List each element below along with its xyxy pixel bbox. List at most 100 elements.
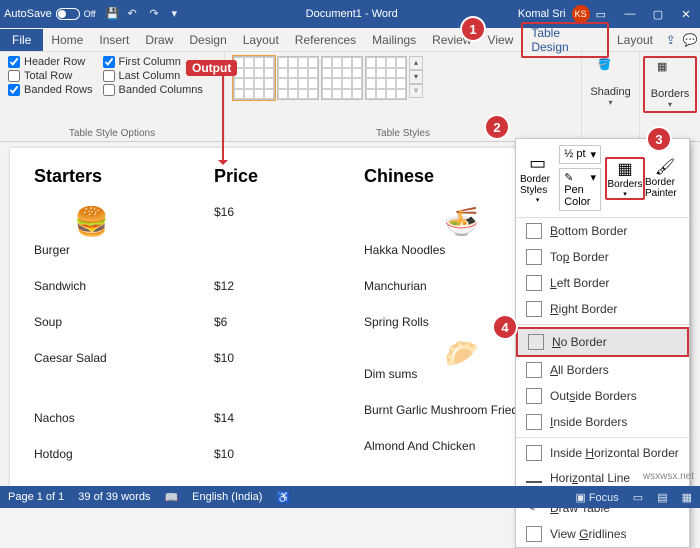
cell[interactable]: Hotdog xyxy=(34,425,154,461)
dd-no-border[interactable]: No Border xyxy=(516,327,689,357)
autosave-toggle[interactable]: AutoSave Off xyxy=(4,8,96,20)
cell[interactable]: Caesar Salad xyxy=(34,329,154,365)
undo-icon[interactable]: ↶ xyxy=(128,7,142,21)
burger-icon: 🍔 xyxy=(74,205,109,238)
chk-header-row[interactable]: Header Row xyxy=(8,56,93,68)
quick-access-toolbar: 💾 ↶ ↷ ▾ xyxy=(106,7,186,21)
borders-dropdown-button[interactable]: ▦Borders▾ xyxy=(605,157,645,200)
autosave-state: Off xyxy=(84,9,96,19)
style-thumb[interactable] xyxy=(321,56,363,100)
tab-table-layout[interactable]: Layout xyxy=(609,29,661,51)
tab-mailings[interactable]: Mailings xyxy=(364,29,424,51)
tab-file[interactable]: File xyxy=(0,29,43,51)
style-thumb[interactable] xyxy=(277,56,319,100)
cell[interactable]: Soup xyxy=(34,293,154,329)
spell-check-icon[interactable]: 📖 xyxy=(164,491,178,504)
accessibility-icon[interactable]: ♿ xyxy=(276,491,290,504)
cell[interactable]: $10 xyxy=(214,425,304,461)
minimize-button[interactable]: — xyxy=(620,8,640,21)
web-layout-icon[interactable]: ▦ xyxy=(682,491,692,504)
inside-borders-icon xyxy=(526,414,542,430)
chk-total-row[interactable]: Total Row xyxy=(8,70,93,82)
cell[interactable]: $12 xyxy=(214,257,304,293)
output-label: Output xyxy=(186,60,237,76)
callout-3: 3 xyxy=(648,128,670,150)
tab-view[interactable]: View xyxy=(480,29,522,51)
share-button[interactable]: ⇪ xyxy=(661,33,681,47)
dd-left-border[interactable]: Left Border xyxy=(516,270,689,296)
status-words[interactable]: 39 of 39 words xyxy=(78,491,150,503)
cell[interactable]: $16 xyxy=(214,205,304,257)
comments-button[interactable]: 💬 xyxy=(681,33,700,47)
dd-outside-borders[interactable]: Outside Borders xyxy=(516,383,689,409)
cell[interactable]: 🍔Burger xyxy=(34,205,154,257)
outside-borders-icon xyxy=(526,388,542,404)
ribbon-options-icon[interactable]: ▭ xyxy=(596,8,606,21)
watermark: wsxwsx.net xyxy=(643,471,694,482)
dd-right-border[interactable]: Right Border xyxy=(516,296,689,322)
tab-design[interactable]: Design xyxy=(181,29,234,51)
gallery-more[interactable]: ▴▾▿ xyxy=(409,56,423,98)
tab-table-design[interactable]: Table Design xyxy=(521,22,609,58)
dd-bottom-border[interactable]: Bottom Border xyxy=(516,218,689,244)
all-borders-icon xyxy=(526,362,542,378)
redo-icon[interactable]: ↷ xyxy=(150,7,164,21)
dd-view-gridlines[interactable]: View Gridlines xyxy=(516,521,689,547)
top-border-icon xyxy=(526,249,542,265)
cell[interactable]: $14 xyxy=(214,389,304,425)
shading-button[interactable]: 🪣 Shading▾ xyxy=(584,56,636,109)
pen-color-select[interactable]: ✎ Pen Color▾ xyxy=(559,168,601,211)
borders-button[interactable]: ▦ Borders▾ xyxy=(643,56,698,113)
dd-inside-borders[interactable]: Inside Borders xyxy=(516,409,689,435)
qat-dropdown-icon[interactable]: ▾ xyxy=(172,7,186,21)
group-table-styles: ▴▾▿ Table Styles xyxy=(225,52,582,141)
noodles-icon: 🍜 xyxy=(444,205,479,238)
cell[interactable]: Nachos xyxy=(34,389,154,425)
dd-all-borders[interactable]: All Borders xyxy=(516,357,689,383)
border-styles-button[interactable]: ▭Border Styles▾ xyxy=(520,153,555,204)
status-page[interactable]: Page 1 of 1 xyxy=(8,491,64,503)
right-border-icon xyxy=(526,301,542,317)
bottom-border-icon xyxy=(526,223,542,239)
maximize-button[interactable]: ▢ xyxy=(648,8,668,21)
tab-home[interactable]: Home xyxy=(43,29,91,51)
border-painter-button[interactable]: 🖌Border Painter xyxy=(645,157,685,200)
cell[interactable]: $6 xyxy=(214,293,304,329)
group-label-tso: Table Style Options xyxy=(8,128,216,139)
style-thumb[interactable] xyxy=(365,56,407,100)
tab-insert[interactable]: Insert xyxy=(91,29,137,51)
callout-4: 4 xyxy=(494,316,516,338)
close-button[interactable]: ✕ xyxy=(676,8,696,21)
pen-weight-select[interactable]: ½ pt▾ xyxy=(559,145,601,164)
cell[interactable]: Sandwich xyxy=(34,257,154,293)
user-account[interactable]: Komal Sri KS xyxy=(518,5,590,23)
no-border-icon xyxy=(528,334,544,350)
heading-starters: Starters xyxy=(34,166,154,187)
status-lang[interactable]: English (India) xyxy=(192,491,262,503)
borders-icon: ▦ xyxy=(657,60,683,86)
dd-inside-h-border[interactable]: Inside Horizontal Border xyxy=(516,440,689,466)
chk-banded-columns[interactable]: Banded Columns xyxy=(103,84,203,96)
read-mode-icon[interactable]: ▭ xyxy=(633,491,643,504)
chk-banded-rows[interactable]: Banded Rows xyxy=(8,84,93,96)
dimsum-icon: 🥟 xyxy=(444,337,479,370)
print-layout-icon[interactable]: ▤ xyxy=(657,491,667,504)
table-styles-gallery[interactable]: ▴▾▿ xyxy=(233,56,573,100)
save-icon[interactable]: 💾 xyxy=(106,7,120,21)
hline-icon xyxy=(526,481,542,483)
tab-layout[interactable]: Layout xyxy=(235,29,287,51)
left-border-icon xyxy=(526,275,542,291)
tab-references[interactable]: References xyxy=(287,29,364,51)
callout-2: 2 xyxy=(486,116,508,138)
ribbon-tabs: File Home Insert Draw Design Layout Refe… xyxy=(0,28,700,52)
focus-mode[interactable]: ▣ Focus xyxy=(575,491,618,504)
status-bar: Page 1 of 1 39 of 39 words 📖 English (In… xyxy=(0,486,700,508)
style-thumb[interactable] xyxy=(233,56,275,100)
cell[interactable]: $10 xyxy=(214,329,304,365)
bucket-icon: 🪣 xyxy=(598,58,624,84)
shading-button-group: 🪣 Shading▾ xyxy=(582,52,640,141)
ribbon: Header Row Total Row Banded Rows First C… xyxy=(0,52,700,142)
inside-h-border-icon xyxy=(526,445,542,461)
dd-top-border[interactable]: Top Border xyxy=(516,244,689,270)
tab-draw[interactable]: Draw xyxy=(137,29,181,51)
